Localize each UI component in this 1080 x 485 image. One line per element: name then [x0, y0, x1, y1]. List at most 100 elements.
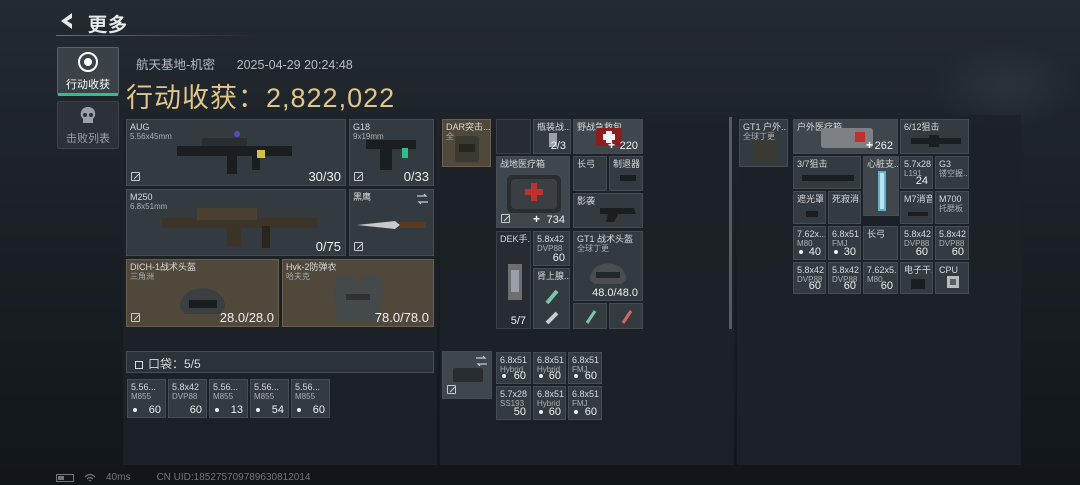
item-name: 3/7狙击 [797, 159, 828, 169]
tab-kills[interactable]: 击败列表 [57, 101, 119, 149]
pocket-item[interactable]: 5.56... M855 60 [291, 379, 330, 418]
rig-item-syringe[interactable]: 肾上腺... [533, 268, 570, 329]
rig-item-medkit[interactable]: 战地医疗箱 + 734 [496, 156, 570, 228]
bp-row1-item[interactable]: 7.62x... M80 40 [793, 226, 826, 260]
item-sub: M855 [213, 392, 234, 401]
pocket-item[interactable]: 5.56... M855 13 [209, 379, 248, 418]
bp-row1-item[interactable]: 5.8x42 DVP88 60 [935, 226, 969, 260]
item-name: 5.8x42 [939, 229, 967, 239]
ammo-dot [256, 408, 260, 412]
item-count: 2/3 [550, 140, 566, 152]
tab-harvest[interactable]: 行动收获 [57, 47, 119, 96]
flash-hider-icon [806, 211, 818, 217]
bp-item-m700[interactable]: M700 托腮板 [935, 191, 969, 224]
rig-item-firstaid[interactable]: 野战急救包 + 220 [573, 119, 643, 154]
item-name: 战地医疗箱 [500, 159, 546, 169]
bag-ammo-item[interactable]: 6.8x51 FMJ 60 [568, 386, 602, 420]
ammo-dot [502, 374, 506, 378]
item-name: 5.8x42 [904, 229, 932, 239]
bp-item-heart[interactable]: 心脏支... [863, 156, 899, 216]
bp-item-scope612[interactable]: 6/12狙击 [900, 119, 969, 154]
pistol-slot[interactable]: G18 9x19mm 0/33 [349, 119, 434, 186]
item-name: 6.8x51 [572, 389, 600, 399]
melee-slot[interactable]: 黑鹰 [349, 189, 434, 256]
rig-item-gt1[interactable]: GT1 战术头盔 全球丁更 48.0/48.0 [573, 231, 643, 301]
back-button[interactable] [56, 10, 78, 32]
item-name: 制退器 [613, 159, 641, 169]
item-count: 30 [843, 246, 856, 258]
rig-item-shadow[interactable]: 影袭 [573, 193, 643, 228]
armor-slot[interactable]: Hvk-2防弹衣 哈夫克 78.0/78.0 [282, 259, 434, 327]
bp-row2-item[interactable]: 5.8x42 DVP88 60 [828, 262, 861, 294]
lock-icon [131, 172, 140, 181]
bp-item-g3[interactable]: G3 镂空握... [935, 156, 969, 189]
pocket-item[interactable]: 5.56... M855 60 [127, 379, 166, 418]
harvest-label: 行动收获： [126, 83, 266, 113]
bag-ammo-item[interactable]: 6.8x51 Hybrid 60 [533, 352, 566, 384]
bp-row2-item[interactable]: 7.62x5...M8060 [863, 262, 898, 294]
bag-ammo-item[interactable]: 6.8x51 FMJ 60 [568, 352, 602, 384]
skull-icon [80, 106, 96, 123]
item-name: 6/12狙击 [904, 122, 940, 132]
rig-item-dek[interactable]: DEK手... 5/7 [496, 231, 531, 329]
rig-item-tube[interactable]: 制退器 [609, 156, 643, 191]
item-sub: M855 [254, 392, 275, 401]
bp-item-m7[interactable]: M7消音 [900, 191, 933, 224]
rig-item-dvp[interactable]: 5.8x42 DVP88 60 [533, 231, 570, 266]
bp-item-scope37[interactable]: 3/7狙击 [793, 156, 861, 189]
lock-icon [501, 214, 510, 223]
item-count: 0/33 [403, 169, 429, 184]
helmet-slot[interactable]: DICH-1战术头盔 三角洲 28.0/28.0 [126, 259, 279, 327]
bp-row2-item[interactable]: 5.8x42 DVP88 60 [793, 262, 826, 294]
device-icon [508, 264, 522, 300]
item-sub: 三角洲 [130, 272, 154, 281]
bp-item-silencer[interactable]: 死寂消... [828, 191, 861, 224]
rig-item-injector[interactable] [609, 303, 643, 329]
plus-icon: + [533, 212, 541, 226]
primary-weapon-slot[interactable]: AUG 5.56x45mm 30/30 [126, 119, 346, 186]
item-name: G3 [939, 159, 952, 169]
bp-row1-item[interactable]: 长弓 [863, 226, 898, 260]
rig-item-longbow[interactable]: 长弓 [573, 156, 607, 191]
rig-item-syringe-small[interactable] [573, 303, 607, 329]
item-count: 5/7 [510, 315, 526, 327]
tab-harvest-label: 行动收获 [66, 78, 110, 91]
syringe-icon [545, 289, 559, 325]
secondary-weapon-slot[interactable]: M250 6.8x51mm 0/75 [126, 189, 346, 256]
item-count: 54 [271, 404, 284, 416]
pocket-item[interactable]: 5.56... M855 54 [250, 379, 289, 418]
bp-item-flash[interactable]: 遮光罩 [793, 191, 826, 224]
bag-ammo-item[interactable]: 5.7x28 SS193 50 [496, 386, 531, 420]
item-name: DICH-1战术头盔 [130, 262, 197, 272]
item-name: 长弓 [577, 159, 596, 169]
bag-slot[interactable] [442, 351, 492, 399]
rig-item-armorcase[interactable]: 瓶装战... 2/3 [533, 119, 571, 154]
item-name: 遮光罩 [797, 194, 825, 204]
lock-icon [131, 313, 140, 322]
bp-row1-item[interactable]: 6.8x51 FMJ 30 [828, 226, 861, 260]
harvest-value: 2,822,022 [266, 83, 396, 113]
item-sub: 镂空握... [939, 169, 969, 178]
bp-row1-item[interactable]: 5.8x42 DVP88 60 [900, 226, 933, 260]
user-uid: CN UID:1852757097896308120​14 [156, 472, 311, 483]
item-count: 734 [546, 214, 565, 226]
rig-slot[interactable]: DAR突击... 全 [442, 119, 491, 167]
item-name: 影袭 [577, 196, 596, 206]
bag-ammo-item[interactable]: 6.8x51 Hybrid 60 [533, 386, 566, 420]
item-count: 60 [808, 280, 821, 292]
scrollbar[interactable] [729, 117, 732, 329]
backpack-slot[interactable]: GT1 户外... 全球丁更 [739, 119, 788, 167]
bp-item-medbag[interactable]: 户外医疗箱 + 262 [793, 119, 898, 154]
bp-row2-item[interactable]: 电子干... [900, 262, 933, 294]
item-sub: M855 [295, 392, 316, 401]
item-name: 死寂消... [832, 194, 860, 204]
bag-ammo-item[interactable]: 6.8x51 Hybrid 60 [496, 352, 531, 384]
bp-item-ammo57[interactable]: 5.7x28 L191 24 [900, 156, 933, 189]
item-name: 5.56... [254, 382, 280, 392]
bp-row2-item[interactable]: CPU [935, 262, 969, 294]
medkit-icon [507, 175, 561, 213]
ammo-dot [834, 250, 838, 254]
item-count: 60 [880, 280, 893, 292]
empty-slot[interactable] [496, 119, 531, 154]
pocket-item[interactable]: 5.8x42 DVP88 60 [168, 379, 207, 418]
